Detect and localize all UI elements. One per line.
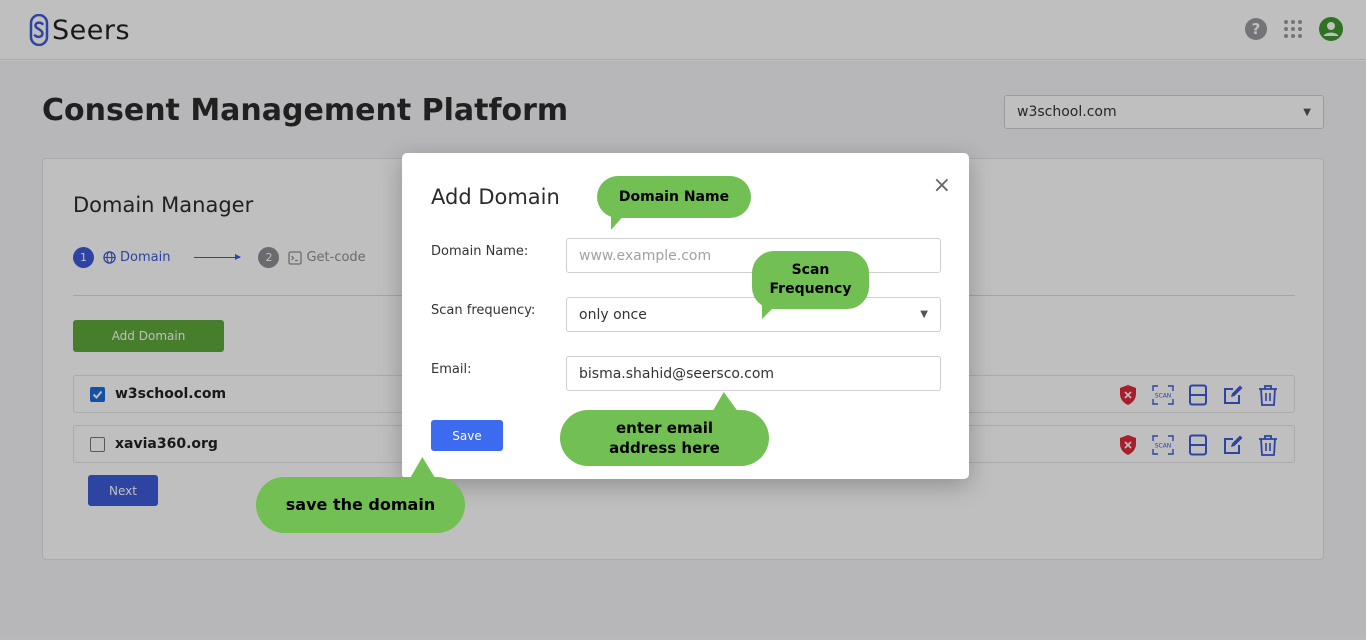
close-icon[interactable]: × — [933, 175, 951, 197]
callout-scan-frequency: Scan Frequency — [752, 251, 869, 319]
chevron-down-icon: ▼ — [920, 309, 928, 320]
callout-email-text: enter email address here — [609, 418, 720, 457]
callout-domain-name: Domain Name — [597, 176, 751, 230]
callout-save: save the domain — [256, 457, 465, 533]
domain-name-label: Domain Name: — [431, 244, 529, 259]
email-value: bisma.shahid@seersco.com — [579, 365, 775, 382]
modal-title: Add Domain — [431, 185, 560, 209]
callout-scan-frequency-text: Scan Frequency — [769, 262, 852, 297]
callout-tail — [611, 214, 625, 230]
email-label: Email: — [431, 362, 472, 377]
scan-frequency-value: only once — [579, 306, 647, 323]
callout-save-text: save the domain — [285, 495, 436, 515]
callout-domain-name-text: Domain Name — [618, 188, 730, 205]
callout-tail — [762, 305, 776, 319]
scan-frequency-label: Scan frequency: — [431, 303, 536, 318]
callout-email: enter email address here — [560, 392, 769, 466]
save-button[interactable]: Save — [431, 420, 503, 451]
email-field[interactable]: bisma.shahid@seersco.com — [566, 356, 941, 391]
scan-frequency-select[interactable]: only once ▼ — [566, 297, 941, 332]
